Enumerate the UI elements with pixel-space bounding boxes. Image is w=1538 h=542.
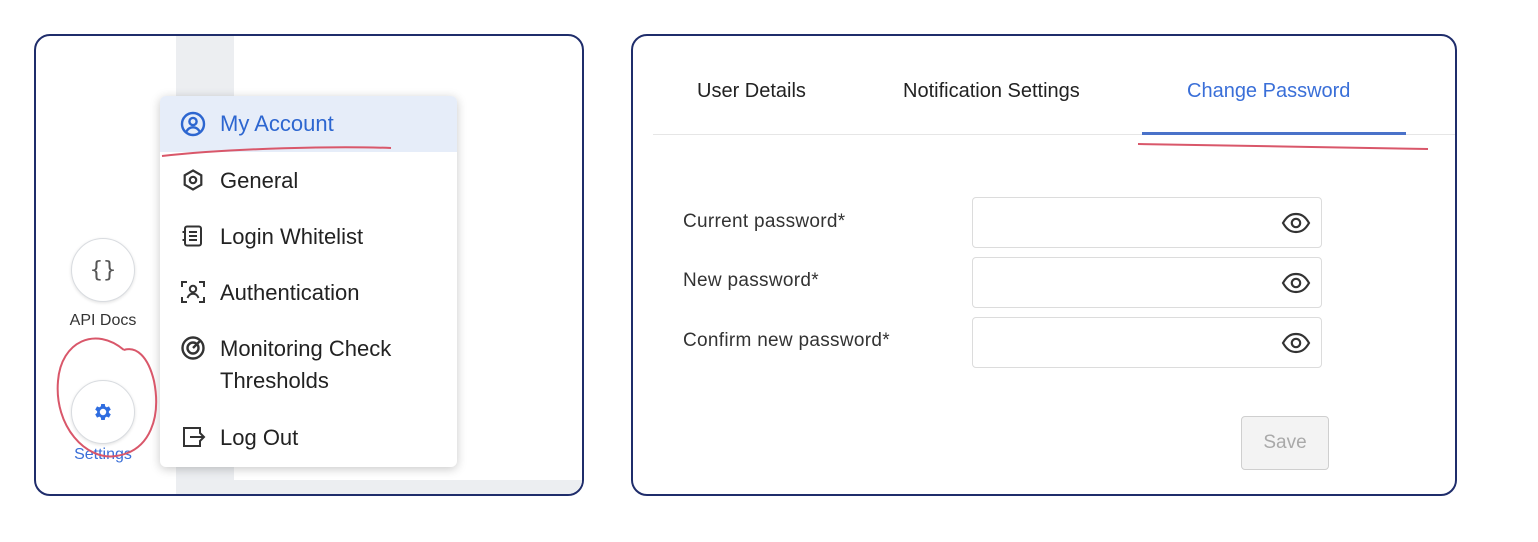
save-button[interactable]: Save <box>1241 416 1329 470</box>
menu-item-login-whitelist[interactable]: Login Whitelist <box>160 221 457 253</box>
menu-item-label: Monitoring Check <box>220 336 392 361</box>
menu-item-label: General <box>220 168 299 193</box>
gear-icon <box>95 404 111 420</box>
content-background <box>234 480 582 494</box>
settings-button[interactable] <box>71 380 135 444</box>
change-password-underline <box>1137 143 1429 150</box>
api-docs-button[interactable]: {} <box>71 238 135 302</box>
change-password-panel: User Details Notification Settings Chang… <box>631 34 1457 496</box>
settings-menu-panel: {} API Docs Settings My Account General <box>34 34 584 496</box>
eye-icon[interactable] <box>1281 330 1311 356</box>
account-dropdown-menu: My Account General Login Whitelist Authe… <box>160 96 457 467</box>
user-circle-icon <box>180 111 206 137</box>
current-password-field[interactable] <box>972 197 1322 248</box>
active-tab-indicator <box>1142 132 1406 135</box>
menu-item-label: My Account <box>220 111 334 136</box>
list-icon <box>180 223 206 249</box>
menu-item-label-wrapper: Monitoring Check Thresholds <box>220 333 391 397</box>
braces-icon: {} <box>89 257 117 283</box>
menu-item-label-line2: Thresholds <box>220 368 329 393</box>
eye-icon[interactable] <box>1281 210 1311 236</box>
confirm-password-label: Confirm new password* <box>683 330 890 351</box>
new-password-label: New password* <box>683 270 819 291</box>
menu-item-monitoring-thresholds[interactable]: Monitoring Check Thresholds <box>160 333 457 397</box>
confirm-password-input[interactable] <box>973 318 1287 367</box>
hexagon-icon <box>180 167 206 193</box>
current-password-label: Current password* <box>683 211 846 232</box>
confirm-password-field[interactable] <box>972 317 1322 368</box>
menu-item-authentication[interactable]: Authentication <box>160 277 457 309</box>
menu-item-my-account[interactable]: My Account <box>160 96 457 152</box>
eye-icon[interactable] <box>1281 270 1311 296</box>
menu-item-log-out[interactable]: Log Out <box>160 422 457 454</box>
api-docs-label: API Docs <box>69 312 137 329</box>
face-scan-icon <box>180 279 206 305</box>
tab-change-password[interactable]: Change Password <box>1187 80 1350 103</box>
current-password-input[interactable] <box>973 198 1287 247</box>
new-password-input[interactable] <box>973 258 1287 307</box>
settings-label: Settings <box>74 446 132 463</box>
menu-item-label: Login Whitelist <box>220 224 364 249</box>
tab-notification-settings[interactable]: Notification Settings <box>903 80 1080 103</box>
menu-item-label: Authentication <box>220 280 360 305</box>
logout-icon <box>180 424 206 450</box>
menu-item-general[interactable]: General <box>160 165 457 197</box>
nav-settings[interactable]: Settings <box>53 380 153 464</box>
nav-api-docs[interactable]: {} API Docs <box>53 238 153 330</box>
menu-item-label: Log Out <box>220 425 299 450</box>
new-password-field[interactable] <box>972 257 1322 308</box>
target-icon <box>180 335 206 361</box>
tab-user-details[interactable]: User Details <box>697 80 806 103</box>
